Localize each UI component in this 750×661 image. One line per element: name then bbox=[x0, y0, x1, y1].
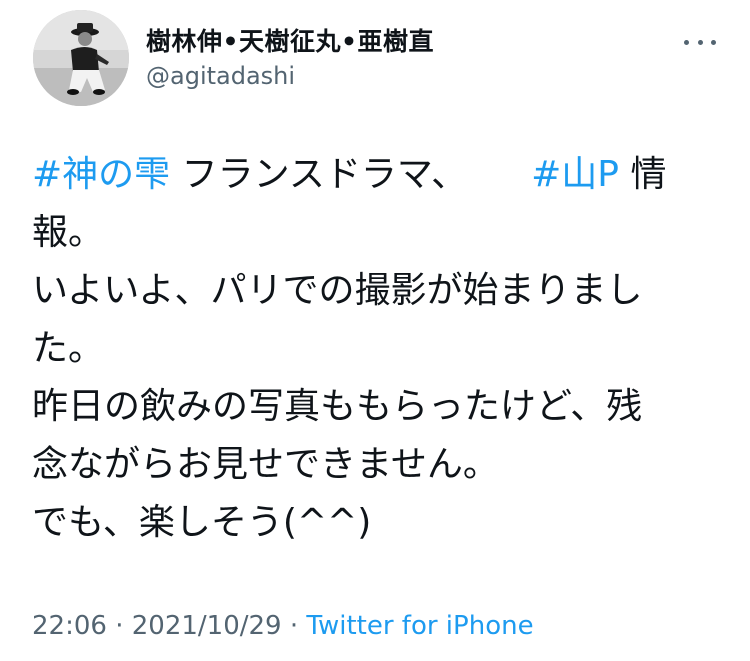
tweet-line: #神の雫 フランスドラマ、 #山P 情 bbox=[32, 146, 722, 204]
tweet-text-segment: 情 bbox=[630, 154, 667, 195]
tweet-card: 樹林伸•天樹征丸•亜樹直 @agitadashi #神の雫 フランスドラマ、 #山… bbox=[0, 0, 750, 661]
dot-icon bbox=[684, 39, 689, 45]
tweet-line: た。 bbox=[32, 328, 105, 369]
author-handle[interactable]: @agitadashi bbox=[146, 61, 295, 91]
tweet-line: でも、楽しそう(^^) bbox=[32, 502, 372, 543]
tweet-date[interactable]: 2021/10/29 bbox=[132, 611, 282, 641]
dot-icon bbox=[697, 39, 703, 45]
tweet-line: 報。 bbox=[32, 212, 105, 253]
tweet-time[interactable]: 22:06 bbox=[32, 611, 107, 641]
author-name[interactable]: 樹林伸•天樹征丸•亜樹直 bbox=[146, 27, 434, 57]
tweet-line: 念ながらお見せできません。 bbox=[32, 444, 499, 485]
tweet-source-link[interactable]: Twitter for iPhone bbox=[306, 611, 533, 641]
separator: · bbox=[289, 611, 299, 641]
tweet-meta: 22:06 · 2021/10/29 · Twitter for iPhone bbox=[32, 608, 534, 644]
dot-icon bbox=[711, 39, 716, 45]
tweet-text: #神の雫 フランスドラマ、 #山P 情 報。 いよいよ、パリでの撮影が始まりまし … bbox=[32, 146, 722, 552]
tweet-text-segment: フランスドラマ、 bbox=[181, 154, 468, 195]
tweet-line: いよいよ、パリでの撮影が始まりまし bbox=[32, 270, 643, 311]
separator: · bbox=[115, 611, 124, 641]
hashtag-link[interactable]: #山P bbox=[531, 154, 619, 195]
hashtag-link[interactable]: #神の雫 bbox=[32, 154, 170, 195]
avatar[interactable] bbox=[33, 10, 129, 106]
tweet-line: 昨日の飲みの写真ももらったけど、残 bbox=[32, 386, 643, 427]
more-options-icon[interactable] bbox=[684, 30, 716, 54]
avatar-photo-icon bbox=[33, 10, 129, 106]
